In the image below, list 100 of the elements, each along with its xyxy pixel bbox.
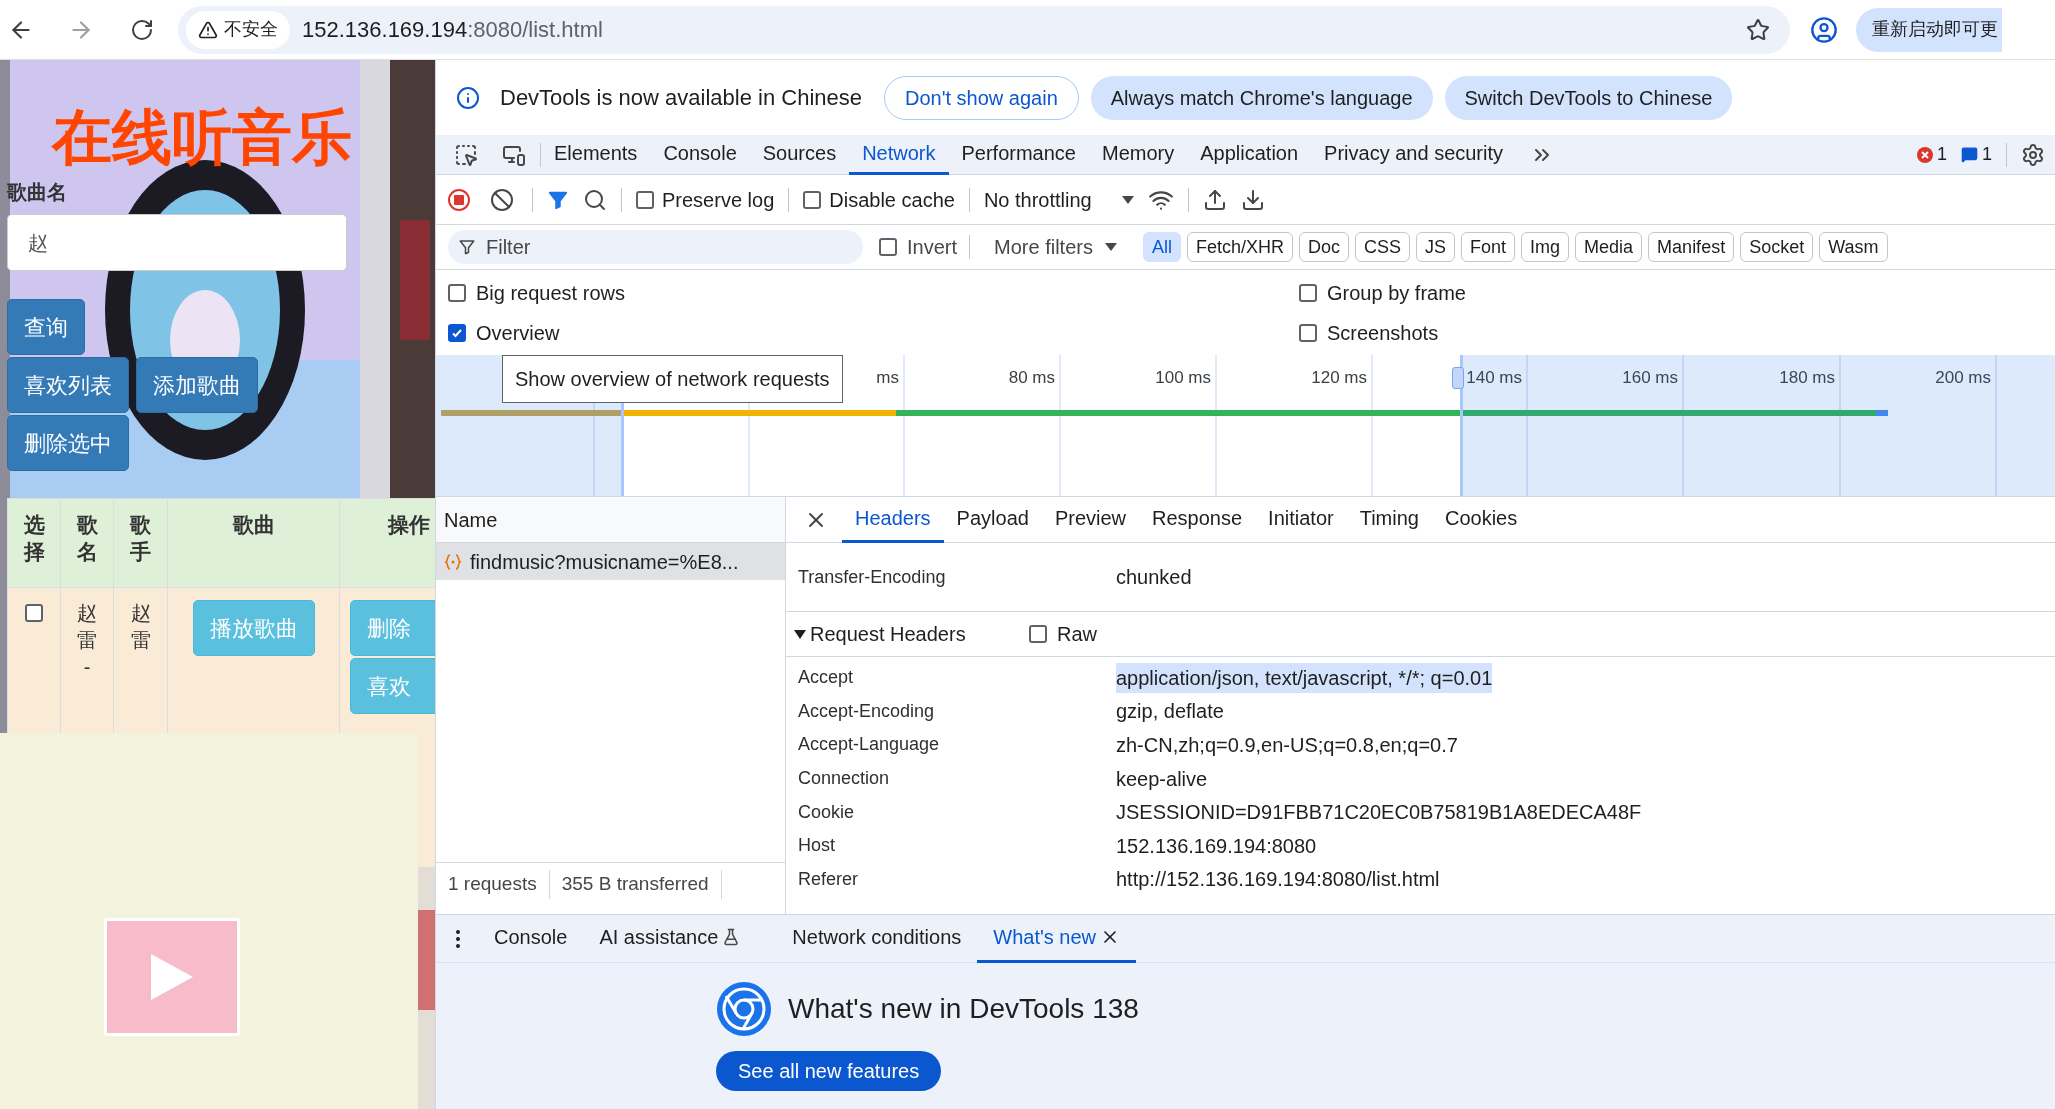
see-all-features-button[interactable]: See all new features xyxy=(716,1051,942,1091)
header-name: Transfer-Encoding xyxy=(798,565,947,589)
detail-tab[interactable]: Cookies xyxy=(1431,496,1531,543)
address-bar[interactable]: 不安全 152.136.169.194:8080/list.html xyxy=(178,5,1790,54)
relaunch-button[interactable]: 重新启动即可更 xyxy=(1856,7,2002,52)
reload-icon[interactable] xyxy=(130,17,154,42)
type-filter-chip[interactable]: JS xyxy=(1416,232,1456,262)
search-icon[interactable] xyxy=(583,187,607,212)
type-filter-chip[interactable]: Manifest xyxy=(1648,232,1735,262)
panel-tab[interactable]: Network xyxy=(849,134,949,175)
detail-tab[interactable]: Preview xyxy=(1041,496,1140,543)
time-tick-label: ms xyxy=(876,367,899,389)
time-tick-label: 100 ms xyxy=(1155,367,1211,389)
inspect-element-icon[interactable] xyxy=(454,142,478,167)
header-name: Referer xyxy=(798,867,860,891)
type-filter-chip[interactable]: Fetch/XHR xyxy=(1186,232,1293,262)
filter-icon[interactable] xyxy=(458,238,476,256)
whats-new-title: What's new in DevTools 138 xyxy=(788,992,1139,1026)
header-name: Accept xyxy=(798,666,855,690)
profile-icon[interactable] xyxy=(1810,15,1838,44)
import-icon[interactable] xyxy=(1202,187,1227,212)
drawer-tab[interactable]: Console xyxy=(478,914,584,963)
detail-tab[interactable]: Timing xyxy=(1346,496,1432,543)
message-count[interactable]: 1 xyxy=(1961,141,1992,168)
column-header: Name xyxy=(436,497,785,543)
header-name: Cookie xyxy=(798,800,856,824)
request-name: findmusic?musicname=%E8... xyxy=(470,549,739,575)
play-icon xyxy=(149,952,195,1002)
header-value: keep-alive xyxy=(1116,766,1208,792)
export-icon[interactable] xyxy=(1240,187,1265,212)
infobar-button[interactable]: Don't show again xyxy=(883,75,1079,120)
bookmark-star-icon[interactable] xyxy=(1746,17,1770,42)
panel-tab[interactable]: Memory xyxy=(1089,134,1188,175)
type-filter-chip[interactable]: Img xyxy=(1521,232,1570,262)
type-filter-chip[interactable]: Doc xyxy=(1299,232,1349,262)
panel-tab[interactable]: Performance xyxy=(948,134,1089,175)
checkbox[interactable] xyxy=(448,283,466,302)
time-tick-label: 160 ms xyxy=(1622,367,1678,389)
security-chip[interactable]: 不安全 xyxy=(186,10,290,49)
checkbox-label: Raw xyxy=(1057,622,1097,647)
panel-tab[interactable]: Elements xyxy=(541,134,651,175)
stop-recording-icon[interactable] xyxy=(448,188,470,211)
throttling-dropdown[interactable]: No throttling xyxy=(983,184,1134,215)
drawer-tab[interactable]: Network conditions xyxy=(776,914,978,963)
detail-tab[interactable]: Payload xyxy=(943,496,1042,543)
panel-tab[interactable]: Sources xyxy=(749,134,850,175)
error-count[interactable]: 1 xyxy=(1916,141,1947,168)
singer-name: 赵雷 xyxy=(130,601,151,653)
drawer-tab[interactable]: AI assistance xyxy=(583,914,757,963)
type-filter-chip[interactable]: Media xyxy=(1575,232,1643,262)
page-button[interactable]: 喜欢列表 xyxy=(7,357,129,413)
detail-tab[interactable]: Initiator xyxy=(1255,496,1347,543)
infobar-button[interactable]: Switch DevTools to Chinese xyxy=(1444,75,1733,120)
checkbox[interactable] xyxy=(25,604,43,622)
checkbox-label: Preserve log xyxy=(662,187,775,213)
checkbox-label: Invert xyxy=(907,235,958,260)
expanded-triangle-icon[interactable] xyxy=(794,628,806,640)
checkbox-label: Big request rows xyxy=(476,280,625,306)
detail-tab[interactable]: Response xyxy=(1139,496,1256,543)
selection-handle[interactable] xyxy=(1452,367,1464,389)
script-icon xyxy=(444,552,462,571)
type-filter-chip[interactable]: Socket xyxy=(1740,232,1814,262)
panel-tab[interactable]: Console xyxy=(650,134,750,175)
header-value: JSESSIONID=D91FBB71C20EC0B75819B1A8EDECA48F xyxy=(1116,800,1642,826)
time-tick-label: 120 ms xyxy=(1311,367,1367,389)
checkbox[interactable] xyxy=(1029,625,1047,643)
more-filters-dropdown[interactable]: More filters xyxy=(994,232,1117,262)
header-name: Host xyxy=(798,834,836,858)
settings-icon[interactable] xyxy=(2021,142,2045,167)
type-filter-chip[interactable]: Font xyxy=(1461,232,1516,262)
tooltip: Show overview of network requests xyxy=(502,355,843,403)
checkbox[interactable] xyxy=(448,323,466,342)
type-filter-chip[interactable]: All xyxy=(1142,232,1181,262)
checkbox[interactable] xyxy=(879,238,897,256)
chrome-devtools-logo-icon xyxy=(716,981,772,1037)
request-row[interactable]: findmusic?musicname=%E8... xyxy=(436,543,785,580)
checkbox[interactable] xyxy=(803,190,822,209)
checkbox-label: Screenshots xyxy=(1327,320,1439,346)
dropdown-caret-icon xyxy=(1104,243,1117,251)
header-value: http://152.136.169.194:8080/list.html xyxy=(1116,867,1440,893)
time-tick-label: 80 ms xyxy=(1008,367,1055,389)
page-button[interactable]: 删除选中 xyxy=(7,415,129,471)
infobar-button[interactable]: Always match Chrome's language xyxy=(1090,75,1433,120)
section-title[interactable]: Request Headers xyxy=(810,619,1029,649)
checkbox[interactable] xyxy=(1299,323,1317,342)
checkbox[interactable] xyxy=(636,190,654,209)
search-field[interactable]: 赵 xyxy=(7,214,347,271)
clear-icon[interactable] xyxy=(490,187,514,212)
page-button[interactable]: 查询 xyxy=(7,299,85,355)
detail-tab[interactable]: Headers xyxy=(842,496,944,543)
page-button[interactable]: 添加歌曲 xyxy=(136,357,258,413)
header-value: application/json, text/javascript, */*; q=0.01 xyxy=(1116,662,1493,693)
header-name: Accept-Encoding xyxy=(798,699,936,723)
checkbox[interactable] xyxy=(1299,283,1317,302)
column-header: 歌手 xyxy=(113,498,168,588)
panel-tab[interactable]: Application xyxy=(1187,134,1312,175)
type-filter-chip[interactable]: Wasm xyxy=(1819,232,1888,262)
type-filter-chip[interactable]: CSS xyxy=(1355,232,1410,262)
filter-field[interactable]: Filter xyxy=(448,230,863,264)
panel-tab[interactable]: Privacy and security xyxy=(1311,134,1517,175)
